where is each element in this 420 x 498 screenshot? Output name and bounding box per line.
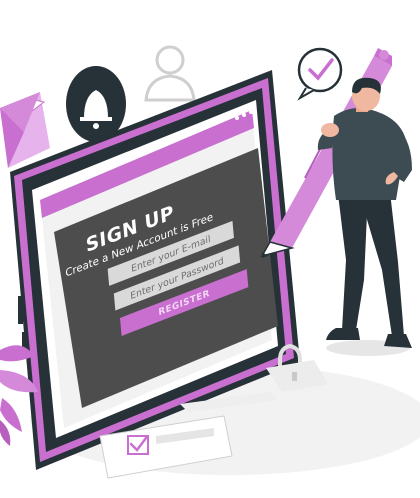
envelope-icon: [0, 92, 50, 168]
checkmark-icon: [297, 47, 343, 101]
tablet-side-button: [18, 296, 23, 324]
user-icon: [144, 45, 196, 102]
illustration-scene: SIGN UP Create a New Account is Free Ent…: [0, 45, 420, 479]
person-figure: [317, 77, 412, 356]
tablet-side-button: [22, 332, 27, 348]
